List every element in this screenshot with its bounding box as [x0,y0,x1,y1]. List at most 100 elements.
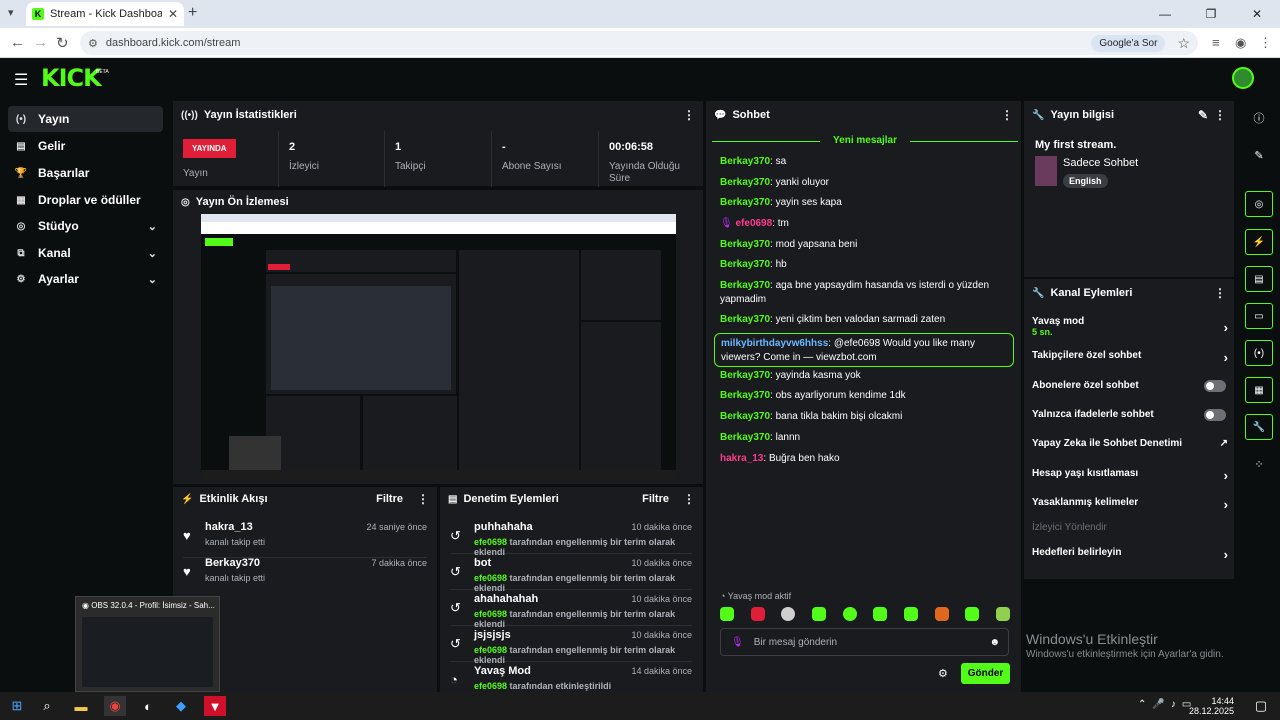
emote-icon[interactable] [903,607,918,621]
moderation-menu-icon[interactable]: ⋮ [683,492,695,506]
chat-username[interactable]: Berkay370 [720,239,770,250]
dots-cluster-icon[interactable]: ⁘ [1245,451,1273,477]
new-messages-divider[interactable]: Yeni mesajlar [712,135,1018,147]
chrome-icon[interactable]: ◉ [104,696,126,716]
nav-item-yayin[interactable]: (•) Yayın [8,106,163,132]
stream-preview-video[interactable] [201,214,676,480]
emote-icon[interactable] [781,607,796,621]
obs-taskbar-preview[interactable]: ◉ OBS 32.0.4 - Profil: İsimsiz - Sah... [75,596,220,692]
undo-icon[interactable]: ↺ [450,600,461,616]
channel-actions-menu-icon[interactable]: ⋮ [1214,286,1226,300]
chat-username[interactable]: Berkay370 [720,197,770,208]
back-icon[interactable]: ← [10,34,25,51]
wrench-icon[interactable]: 🔧 [1245,414,1273,440]
chat-icon[interactable]: ▭ [1245,303,1273,329]
hamburger-menu-icon[interactable]: ☰ [14,70,28,90]
new-tab-icon[interactable]: + [188,4,197,22]
obs-app-icon[interactable]: ◐ [137,696,159,716]
nav-item-gelir[interactable]: ▤ Gelir [8,133,163,159]
ai-moderation-row[interactable]: Yapay Zeka ile Sohbet Denetimi ↗ [1032,438,1228,449]
chat-username[interactable]: Berkay370 [720,314,770,325]
emoji-picker-icon[interactable]: ☻ [989,637,1000,648]
chat-username[interactable]: hakra_13 [720,453,763,464]
chat-username[interactable]: Berkay370 [720,280,770,291]
emote-icon[interactable] [811,607,826,621]
chat-username[interactable]: Berkay370 [720,370,770,381]
app-icon[interactable]: ▼ [204,696,226,716]
document-icon[interactable]: ▤ [1245,266,1273,292]
restore-icon[interactable]: ❐ [1188,0,1234,28]
close-tab-icon[interactable]: ✕ [168,7,178,21]
stream-info-menu-icon[interactable]: ⋮ [1214,108,1226,122]
url-field[interactable]: ⚙ dashboard.kick.com/stream Google'a Sor… [80,31,1198,55]
windows-start-icon[interactable]: ⊞ [6,696,28,716]
moderation-filter-button[interactable]: Filtre [642,493,669,505]
bookmark-star-icon[interactable]: ☆ [1177,35,1190,52]
nav-item-studyo[interactable]: ◎ Stüdyo ⌄ [8,213,163,239]
activity-user[interactable]: Berkay370 [205,557,260,569]
followers-only-row[interactable]: Takipçilere özel sohbet › [1032,350,1228,365]
site-info-icon[interactable]: ⚙ [88,37,98,50]
emote-icon[interactable] [995,607,1010,621]
banned-words-row[interactable]: Yasaklanmış kelimeler › [1032,497,1228,512]
undo-icon[interactable]: ↺ [450,528,461,544]
chat-username[interactable]: Berkay370 [720,177,770,188]
nav-item-droplar[interactable]: ▦ Droplar ve ödüller [8,187,163,213]
menu-dots-icon[interactable]: ⋮ [1259,35,1272,51]
emote-icon[interactable] [934,607,949,621]
activity-menu-icon[interactable]: ⋮ [417,492,429,506]
media-icon[interactable]: ≡ [1212,35,1220,50]
emotes-only-toggle[interactable] [1204,409,1226,421]
chat-username[interactable]: milkybirthdayvw6hhss [721,338,828,349]
info-icon[interactable]: ⓘ [1245,105,1273,131]
emote-icon[interactable] [873,607,888,621]
chat-username[interactable]: Berkay370 [720,411,770,422]
kick-logo[interactable]: KICK [41,66,102,90]
edit-icon[interactable]: ✎ [1245,142,1273,168]
emote-icon[interactable] [842,607,857,621]
layout-icon[interactable]: ▦ [1245,377,1273,403]
search-icon[interactable]: ⌕ [36,696,58,716]
user-avatar[interactable] [1232,67,1254,89]
broadcast-icon[interactable]: (•) [1245,340,1273,366]
emote-icon[interactable] [750,607,765,621]
minimize-icon[interactable]: — [1142,0,1188,28]
tab-search-icon[interactable]: ▾ [8,6,14,19]
undo-icon[interactable]: ↺ [450,564,461,580]
emote-icon[interactable] [720,607,734,621]
chat-message-input[interactable]: 🎙 Bir mesaj gönderin ☻ [720,628,1009,656]
nav-item-kanal[interactable]: ⧉ Kanal ⌄ [8,240,163,266]
chat-username[interactable]: Berkay370 [720,390,770,401]
category-name[interactable]: Sadece Sohbet [1063,157,1138,169]
notification-icon[interactable]: ▢ [1250,696,1272,716]
emote-icon[interactable] [965,607,980,621]
profile-icon[interactable]: ◉ [1235,35,1246,51]
activity-user[interactable]: hakra_13 [205,521,253,533]
forward-icon[interactable]: → [33,34,48,51]
bolt-icon[interactable]: ⚡ [1245,229,1273,255]
nav-item-ayarlar[interactable]: ⚙ Ayarlar ⌄ [8,266,163,292]
google-ask-button[interactable]: Google'a Sor [1091,34,1166,52]
subs-only-toggle[interactable] [1204,380,1226,392]
chat-username[interactable]: efe0698 [735,218,772,229]
reload-icon[interactable]: ↻ [56,34,69,52]
close-window-icon[interactable]: ✕ [1234,0,1280,28]
activity-filter-button[interactable]: Filtre [376,493,403,505]
chat-username[interactable]: Berkay370 [720,156,770,167]
taskbar-clock[interactable]: 14:44 28.12.2025 [1189,696,1234,716]
file-explorer-icon[interactable]: ▬ [70,696,92,716]
age-restrict-row[interactable]: Hesap yaşı kısıtlaması › [1032,468,1228,483]
slow-mode-row[interactable]: Yavaş mod 5 sn. › [1032,316,1228,340]
steam-icon[interactable]: ◆ [170,696,192,716]
camera-icon[interactable]: ◎ [1245,191,1273,217]
nav-item-basarilar[interactable]: 🏆 Başarılar [8,160,163,186]
chat-username[interactable]: Berkay370 [720,432,770,443]
edit-pencil-icon[interactable]: ✎ [1198,108,1208,122]
set-goals-row[interactable]: Hedefleri belirleyin › [1032,547,1228,562]
chat-username[interactable]: Berkay370 [720,259,770,270]
chat-menu-icon[interactable]: ⋮ [1001,108,1013,122]
browser-tab[interactable]: K Stream - Kick Dashboard ✕ [26,2,184,26]
chat-settings-icon[interactable]: ⚙ [938,667,948,680]
undo-icon[interactable]: ↺ [450,636,461,652]
send-button[interactable]: Gönder [961,663,1010,684]
